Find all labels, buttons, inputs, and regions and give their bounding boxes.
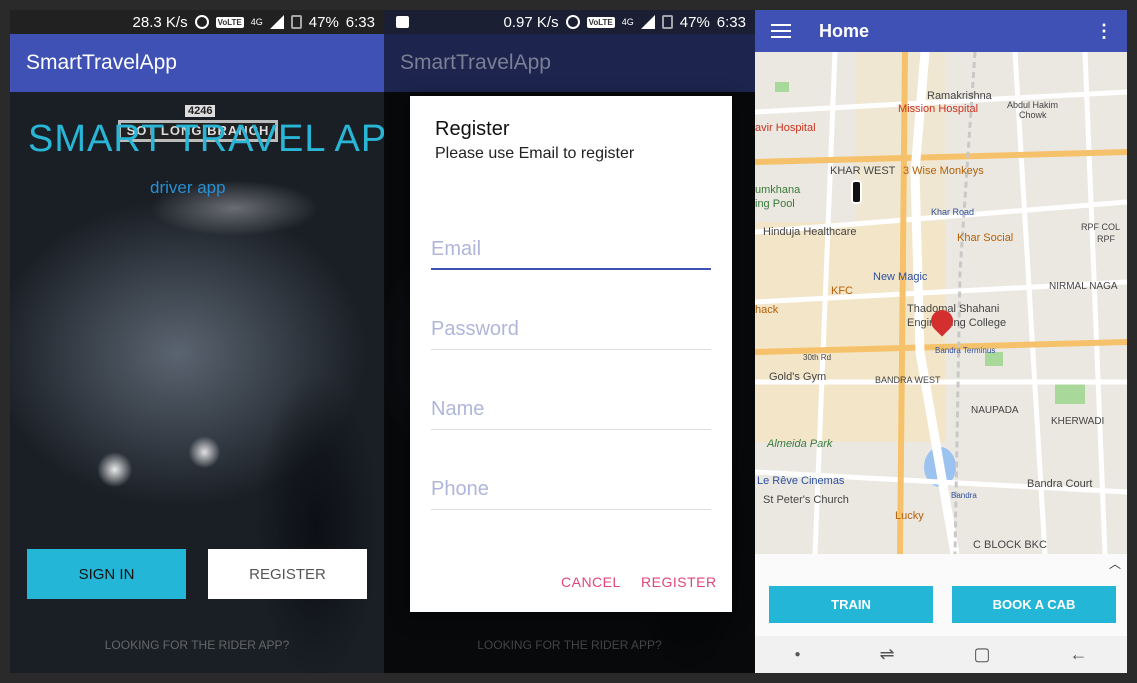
status-bar: 0.97 K/s VoLTE 4G 47% 6:33: [384, 10, 755, 34]
back-arrow-icon[interactable]: ←: [1069, 644, 1087, 665]
map-label: Ramakrishna: [927, 90, 992, 102]
map-label: KHAR WEST: [830, 165, 896, 177]
map-label: Bandra: [951, 491, 977, 500]
email-input[interactable]: [431, 230, 711, 268]
map-label: Bandra Court: [1027, 478, 1093, 490]
map-label: Bandra Terminus: [935, 346, 996, 355]
map-label: KFC: [831, 285, 853, 297]
more-options-icon[interactable]: ⋮: [1095, 22, 1113, 40]
recents-icon[interactable]: ⇌: [879, 644, 894, 665]
clock: 6:33: [345, 13, 375, 31]
register-button[interactable]: REGISTER: [208, 549, 367, 599]
map-label: KHERWADI: [1051, 416, 1105, 427]
map-label: 30th Rd: [803, 353, 832, 362]
email-field: [431, 230, 711, 270]
map-label: RPF: [1097, 234, 1115, 244]
signal-icon: [269, 15, 284, 29]
bottom-panel: ︿ TRAIN BOOK A CAB: [755, 554, 1127, 636]
dialog-subtitle: Please use Email to register: [435, 145, 635, 162]
no-sim-icon: [290, 15, 302, 29]
book-cab-button[interactable]: BOOK A CAB: [952, 586, 1116, 623]
app-title: SmartTravelApp: [26, 51, 177, 74]
map-label: RPF COL: [1081, 222, 1121, 232]
train-button[interactable]: TRAIN: [769, 586, 933, 623]
rider-app-link[interactable]: LOOKING FOR THE RIDER APP?: [10, 638, 384, 652]
cancel-button[interactable]: CANCEL: [561, 574, 621, 590]
car-marker-icon[interactable]: [851, 180, 862, 204]
alarm-icon: [565, 15, 580, 29]
map-label: Gold's Gym: [769, 371, 827, 383]
page-title: Home: [819, 20, 870, 41]
clock: 6:33: [716, 13, 746, 31]
signal-icon: [640, 15, 655, 29]
home-map-screen: Home ⋮ Ramakrishna Mission Hospital Abdu…: [755, 10, 1127, 673]
system-nav-bar: ● ⇌ ▢ ←: [755, 636, 1127, 673]
phone-field: [431, 470, 711, 510]
volte-icon: VoLTE: [586, 16, 615, 28]
password-input[interactable]: [431, 310, 711, 349]
map-label: Mission Hospital: [898, 103, 979, 115]
bus-number: 4246: [185, 105, 216, 117]
hero-subtitle: driver app: [150, 178, 226, 197]
map-label: hack: [755, 304, 779, 316]
alarm-icon: [194, 15, 209, 29]
dialog-title: Register: [435, 118, 510, 140]
network-type: 4G: [621, 17, 634, 27]
map-area: [855, 52, 945, 232]
map-label: Hinduja Healthcare: [763, 226, 857, 238]
chevron-up-icon[interactable]: ︿: [1109, 555, 1121, 572]
map-label: Chowk: [1019, 110, 1047, 120]
home-square-icon[interactable]: ▢: [974, 644, 991, 665]
battery-level: 47%: [308, 13, 339, 31]
map-label: Thadomal Shahani: [907, 303, 1000, 315]
network-speed: 28.3 K/s: [132, 13, 188, 31]
map-label: ing Pool: [755, 198, 795, 210]
map-park: [775, 82, 789, 92]
status-bar: 28.3 K/s VoLTE 4G 47% 6:33: [10, 10, 384, 34]
password-field: [431, 310, 711, 350]
map-park: [1055, 382, 1085, 404]
register-dialog: Register Please use Email to register CA…: [410, 96, 732, 612]
app-bar: SmartTravelApp: [10, 34, 384, 92]
name-input[interactable]: [431, 390, 711, 429]
rider-app-link: LOOKING FOR THE RIDER APP?: [477, 638, 662, 652]
map-label: NIRMAL NAGA: [1049, 281, 1118, 292]
map-label: Khar Road: [931, 207, 975, 217]
map-label: Khar Social: [957, 232, 1014, 244]
hero-title: SMART TRAVEL APP: [28, 118, 384, 160]
name-field: [431, 390, 711, 430]
map-label: Le Rêve Cinemas: [757, 475, 845, 487]
map-label: C BLOCK BKC: [973, 539, 1047, 551]
menu-icon[interactable]: [771, 24, 791, 38]
app-bar: SmartTravelApp: [384, 34, 755, 92]
map-label: 3 Wise Monkeys: [903, 165, 984, 177]
sign-in-button[interactable]: SIGN IN: [27, 549, 186, 599]
image-notification-icon: [396, 16, 409, 28]
network-type: 4G: [250, 17, 263, 27]
map-label: umkhana: [755, 184, 801, 196]
volte-icon: VoLTE: [215, 16, 244, 28]
map-label: Engineering College: [907, 317, 1007, 329]
map-label: Almeida Park: [767, 438, 833, 450]
dot-icon[interactable]: ●: [794, 649, 800, 660]
map-label: New Magic: [873, 271, 928, 283]
phone-input[interactable]: [431, 470, 711, 509]
map-label: NAUPADA: [971, 405, 1019, 416]
app-bar: Home ⋮: [755, 10, 1127, 52]
map-label: Abdul Hakim: [1007, 100, 1059, 110]
battery-level: 47%: [679, 13, 710, 31]
map-label: avir Hospital: [755, 122, 816, 134]
login-screen: 28.3 K/s VoLTE 4G 47% 6:33 SmartTravelAp…: [10, 10, 384, 673]
register-dialog-screen: 0.97 K/s VoLTE 4G 47% 6:33 SmartTravelAp…: [384, 10, 755, 673]
dialog-register-button[interactable]: REGISTER: [641, 574, 717, 590]
map-label: Lucky: [895, 510, 924, 522]
app-title: SmartTravelApp: [400, 51, 551, 74]
no-sim-icon: [661, 15, 673, 29]
network-speed: 0.97 K/s: [503, 13, 559, 31]
map-label: St Peter's Church: [763, 494, 849, 506]
map-view[interactable]: Ramakrishna Mission Hospital Abdul Hakim…: [755, 52, 1127, 554]
map-label: BANDRA WEST: [875, 375, 941, 385]
